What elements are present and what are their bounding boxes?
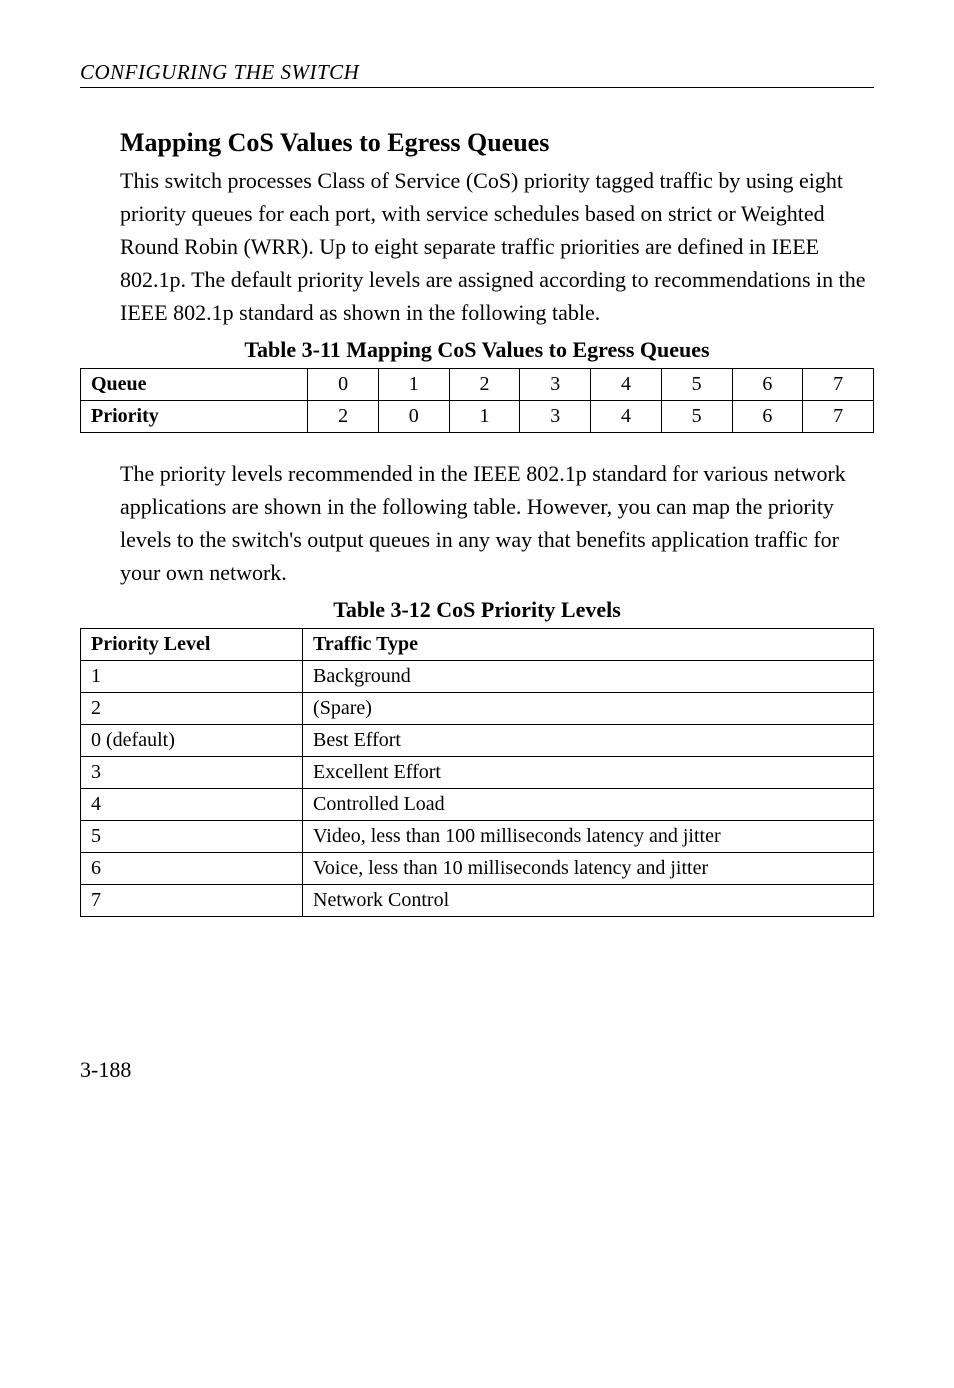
table-3-11-caption: Table 3-11 Mapping CoS Values to Egress … xyxy=(80,337,874,363)
table-row: 6 Voice, less than 10 milliseconds laten… xyxy=(81,853,874,885)
cell: 6 xyxy=(732,369,803,401)
cell: 7 xyxy=(803,401,874,433)
cell: Background xyxy=(303,661,874,693)
cell: 2 xyxy=(81,693,303,725)
header-rule xyxy=(80,87,874,88)
cell: 6 xyxy=(81,853,303,885)
running-header-text: CONFIGURING THE SWITCH xyxy=(80,60,359,84)
cell: 1 xyxy=(449,401,520,433)
cell: 7 xyxy=(81,885,303,917)
cell: 5 xyxy=(661,369,732,401)
cell: 3 xyxy=(81,757,303,789)
table-3-11: Queue 0 1 2 3 4 5 6 7 Priority 2 0 1 3 4… xyxy=(80,368,874,433)
section-title: Mapping CoS Values to Egress Queues xyxy=(120,128,874,158)
cell: 3 xyxy=(520,369,591,401)
running-header: CONFIGURING THE SWITCH xyxy=(80,60,874,85)
table-row: Queue 0 1 2 3 4 5 6 7 xyxy=(81,369,874,401)
cell: 5 xyxy=(81,821,303,853)
cell: Video, less than 100 milliseconds latenc… xyxy=(303,821,874,853)
table-row: 3 Excellent Effort xyxy=(81,757,874,789)
table-3-12-caption: Table 3-12 CoS Priority Levels xyxy=(80,597,874,623)
table-row: 2 (Spare) xyxy=(81,693,874,725)
table-row: Priority Level Traffic Type xyxy=(81,629,874,661)
cell: 3 xyxy=(520,401,591,433)
cell: 0 xyxy=(308,369,379,401)
page-number: 3-188 xyxy=(80,1057,874,1083)
table-row: Priority 2 0 1 3 4 5 6 7 xyxy=(81,401,874,433)
cell: 1 xyxy=(81,661,303,693)
mid-paragraph: The priority levels recommended in the I… xyxy=(120,457,874,589)
cell: 4 xyxy=(81,789,303,821)
table-row: 0 (default) Best Effort xyxy=(81,725,874,757)
cell: 6 xyxy=(732,401,803,433)
queue-row-label: Queue xyxy=(81,369,308,401)
cell: 2 xyxy=(308,401,379,433)
cell: 4 xyxy=(591,369,662,401)
cell: Voice, less than 10 milliseconds latency… xyxy=(303,853,874,885)
intro-paragraph: This switch processes Class of Service (… xyxy=(120,164,874,329)
col-header: Priority Level xyxy=(81,629,303,661)
cell: 0 (default) xyxy=(81,725,303,757)
table-row: 4 Controlled Load xyxy=(81,789,874,821)
cell: Network Control xyxy=(303,885,874,917)
table-row: 7 Network Control xyxy=(81,885,874,917)
cell: 0 xyxy=(378,401,449,433)
col-header: Traffic Type xyxy=(303,629,874,661)
cell: 1 xyxy=(378,369,449,401)
cell: Best Effort xyxy=(303,725,874,757)
table-row: 5 Video, less than 100 milliseconds late… xyxy=(81,821,874,853)
cell: 7 xyxy=(803,369,874,401)
cell: 2 xyxy=(449,369,520,401)
cell: (Spare) xyxy=(303,693,874,725)
cell: Controlled Load xyxy=(303,789,874,821)
cell: Excellent Effort xyxy=(303,757,874,789)
priority-row-label: Priority xyxy=(81,401,308,433)
cell: 5 xyxy=(661,401,732,433)
table-row: 1 Background xyxy=(81,661,874,693)
cell: 4 xyxy=(591,401,662,433)
table-3-12: Priority Level Traffic Type 1 Background… xyxy=(80,628,874,917)
